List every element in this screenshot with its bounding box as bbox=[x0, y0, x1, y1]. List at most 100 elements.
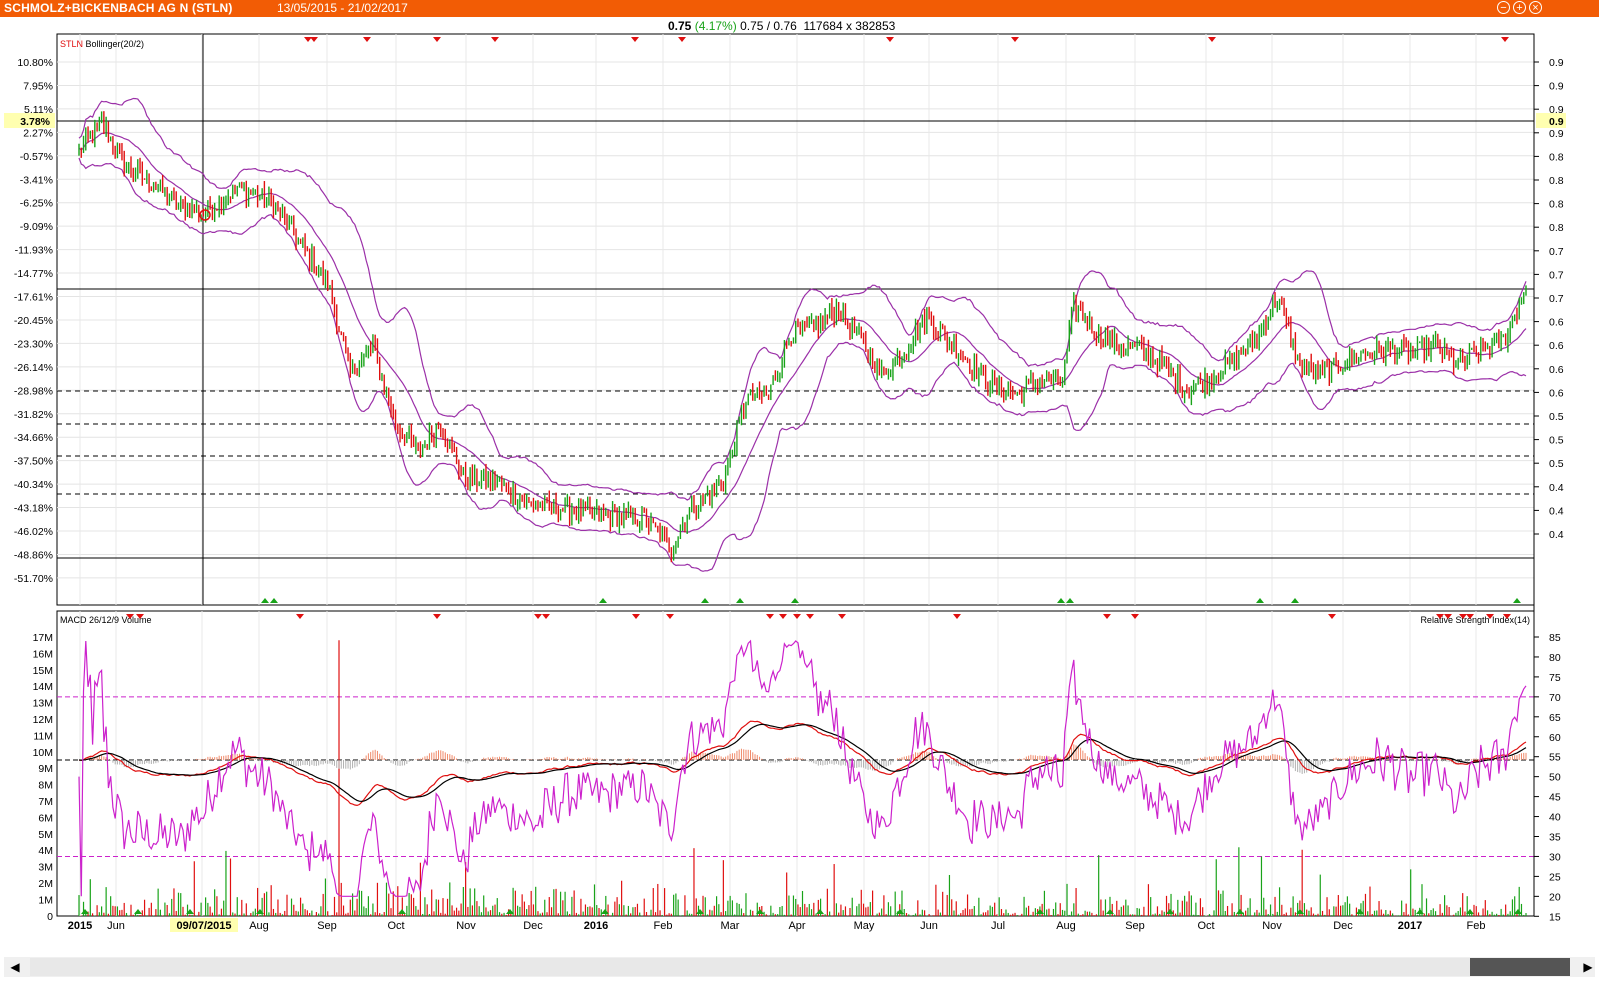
y-right-tick-label: 0.5 bbox=[1549, 411, 1564, 423]
x-tick-label: Dec bbox=[1333, 920, 1353, 932]
y-tick-label: -51.70% bbox=[14, 573, 53, 585]
chart-canvas[interactable]: 10.80%7.95%5.11%2.27%-0.57%-3.41%-6.25%-… bbox=[0, 0, 1599, 957]
x-tick-label: Oct bbox=[1197, 920, 1214, 932]
x-tick-label: Aug bbox=[1056, 920, 1076, 932]
y-tick-label: -11.93% bbox=[15, 245, 53, 257]
y-right-tick-label: 0.9 bbox=[1549, 81, 1564, 93]
volume-tick-label: 3M bbox=[38, 862, 53, 874]
volume-tick-label: 1M bbox=[38, 894, 53, 906]
volume-tick-label: 4M bbox=[38, 845, 53, 857]
y-tick-label: -40.34% bbox=[14, 479, 53, 491]
y-right-tick-label: 0.4 bbox=[1549, 529, 1564, 541]
arrow-right-icon[interactable]: ▶ bbox=[1581, 958, 1595, 976]
price-legend: STLN Bollinger(20/2) bbox=[60, 39, 144, 49]
y-tick-label: 7.95% bbox=[23, 80, 53, 92]
rsi-tick-label: 20 bbox=[1549, 891, 1561, 903]
x-tick-label: Sep bbox=[317, 920, 337, 932]
crosshair-left-label: 3.78% bbox=[20, 116, 50, 128]
volume-tick-label: 10M bbox=[33, 747, 53, 759]
rsi-tick-label: 25 bbox=[1549, 871, 1561, 883]
y-tick-label: -43.18% bbox=[14, 503, 53, 515]
y-right-tick-label: 0.5 bbox=[1549, 458, 1564, 470]
rsi-tick-label: 40 bbox=[1549, 812, 1561, 824]
volume-tick-label: 15M bbox=[33, 665, 53, 677]
y-right-tick-label: 0.7 bbox=[1549, 269, 1564, 281]
y-tick-label: -17.61% bbox=[14, 292, 53, 304]
y-tick-label: -48.86% bbox=[14, 549, 53, 561]
volume-tick-label: 12M bbox=[33, 714, 53, 726]
y-right-tick-label: 0.4 bbox=[1549, 505, 1564, 517]
x-tick-label: Nov bbox=[1262, 920, 1282, 932]
rsi-tick-label: 85 bbox=[1549, 632, 1561, 644]
y-right-tick-label: 0.7 bbox=[1549, 293, 1564, 305]
y-right-tick-label: 0.9 bbox=[1549, 128, 1564, 140]
x-tick-label: 2015 bbox=[68, 920, 92, 932]
y-tick-label: -20.45% bbox=[14, 315, 53, 327]
volume-tick-label: 5M bbox=[38, 829, 53, 841]
x-tick-label: Apr bbox=[788, 920, 805, 932]
volume-tick-label: 8M bbox=[38, 780, 53, 792]
y-tick-label: -31.82% bbox=[14, 409, 53, 421]
x-tick-label: Mar bbox=[721, 920, 740, 932]
y-tick-label: 2.27% bbox=[23, 127, 53, 139]
rsi-tick-label: 75 bbox=[1549, 672, 1561, 684]
x-tick-label: Jul bbox=[991, 920, 1005, 932]
y-tick-label: -37.50% bbox=[14, 456, 53, 468]
x-tick-label: 2016 bbox=[584, 920, 608, 932]
x-tick-label: Jun bbox=[107, 920, 125, 932]
y-right-tick-label: 0.6 bbox=[1549, 340, 1564, 352]
rsi-tick-label: 70 bbox=[1549, 692, 1561, 704]
y-right-tick-label: 0.9 bbox=[1549, 57, 1564, 69]
volume-tick-label: 9M bbox=[38, 763, 53, 775]
y-right-tick-label: 0.6 bbox=[1549, 387, 1564, 399]
y-right-tick-label: 0.7 bbox=[1549, 246, 1564, 258]
y-tick-label: 10.80% bbox=[17, 57, 53, 69]
y-tick-label: -9.09% bbox=[20, 221, 53, 233]
rsi-tick-label: 30 bbox=[1549, 851, 1561, 863]
y-right-tick-label: 0.8 bbox=[1549, 151, 1564, 163]
scroll-thumb[interactable] bbox=[1470, 958, 1570, 976]
volume-tick-label: 11M bbox=[33, 730, 53, 742]
y-tick-label: -14.77% bbox=[14, 268, 53, 280]
y-right-tick-label: 0.8 bbox=[1549, 175, 1564, 187]
y-tick-label: -28.98% bbox=[14, 385, 53, 397]
lower-legend-right: Relative Strength Index(14) bbox=[1420, 615, 1530, 625]
rsi-tick-label: 50 bbox=[1549, 772, 1561, 784]
x-tick-label: Sep bbox=[1125, 920, 1145, 932]
x-tick-label: Nov bbox=[456, 920, 476, 932]
x-tick-label: Jun bbox=[920, 920, 938, 932]
rsi-tick-label: 15 bbox=[1549, 911, 1561, 923]
lower-legend-left: MACD 26/12/9 Volume bbox=[60, 615, 152, 625]
volume-tick-label: 13M bbox=[33, 698, 53, 710]
crosshair-right-label: 0.9 bbox=[1549, 116, 1564, 128]
volume-tick-label: 2M bbox=[38, 878, 53, 890]
y-tick-label: -0.57% bbox=[20, 151, 53, 163]
x-tick-label: Feb bbox=[654, 920, 673, 932]
rsi-tick-label: 55 bbox=[1549, 752, 1561, 764]
y-right-tick-label: 0.8 bbox=[1549, 199, 1564, 211]
y-tick-label: -46.02% bbox=[14, 526, 53, 538]
y-right-tick-label: 0.4 bbox=[1549, 482, 1564, 494]
rsi-tick-label: 60 bbox=[1549, 732, 1561, 744]
y-right-tick-label: 0.5 bbox=[1549, 435, 1564, 447]
y-tick-label: -23.30% bbox=[14, 338, 53, 350]
volume-tick-label: 17M bbox=[33, 632, 53, 644]
rsi-tick-label: 45 bbox=[1549, 792, 1561, 804]
crosshair-date-label: 09/07/2015 bbox=[176, 920, 231, 932]
volume-tick-label: 16M bbox=[33, 648, 53, 660]
y-tick-label: -26.14% bbox=[14, 362, 53, 374]
y-tick-label: -3.41% bbox=[20, 174, 53, 186]
rsi-tick-label: 80 bbox=[1549, 652, 1561, 664]
y-tick-label: -6.25% bbox=[20, 198, 53, 210]
volume-tick-label: 7M bbox=[38, 796, 53, 808]
horizontal-scrollbar[interactable]: ◀ ▶ bbox=[4, 957, 1595, 977]
scroll-track[interactable] bbox=[30, 958, 1570, 976]
x-tick-label: Dec bbox=[523, 920, 543, 932]
x-tick-label: Aug bbox=[249, 920, 269, 932]
volume-tick-label: 14M bbox=[33, 681, 53, 693]
arrow-left-icon[interactable]: ◀ bbox=[8, 958, 22, 976]
y-tick-label: -34.66% bbox=[14, 432, 53, 444]
rsi-tick-label: 35 bbox=[1549, 832, 1561, 844]
y-right-tick-label: 0.6 bbox=[1549, 364, 1564, 376]
x-tick-label: Oct bbox=[387, 920, 404, 932]
